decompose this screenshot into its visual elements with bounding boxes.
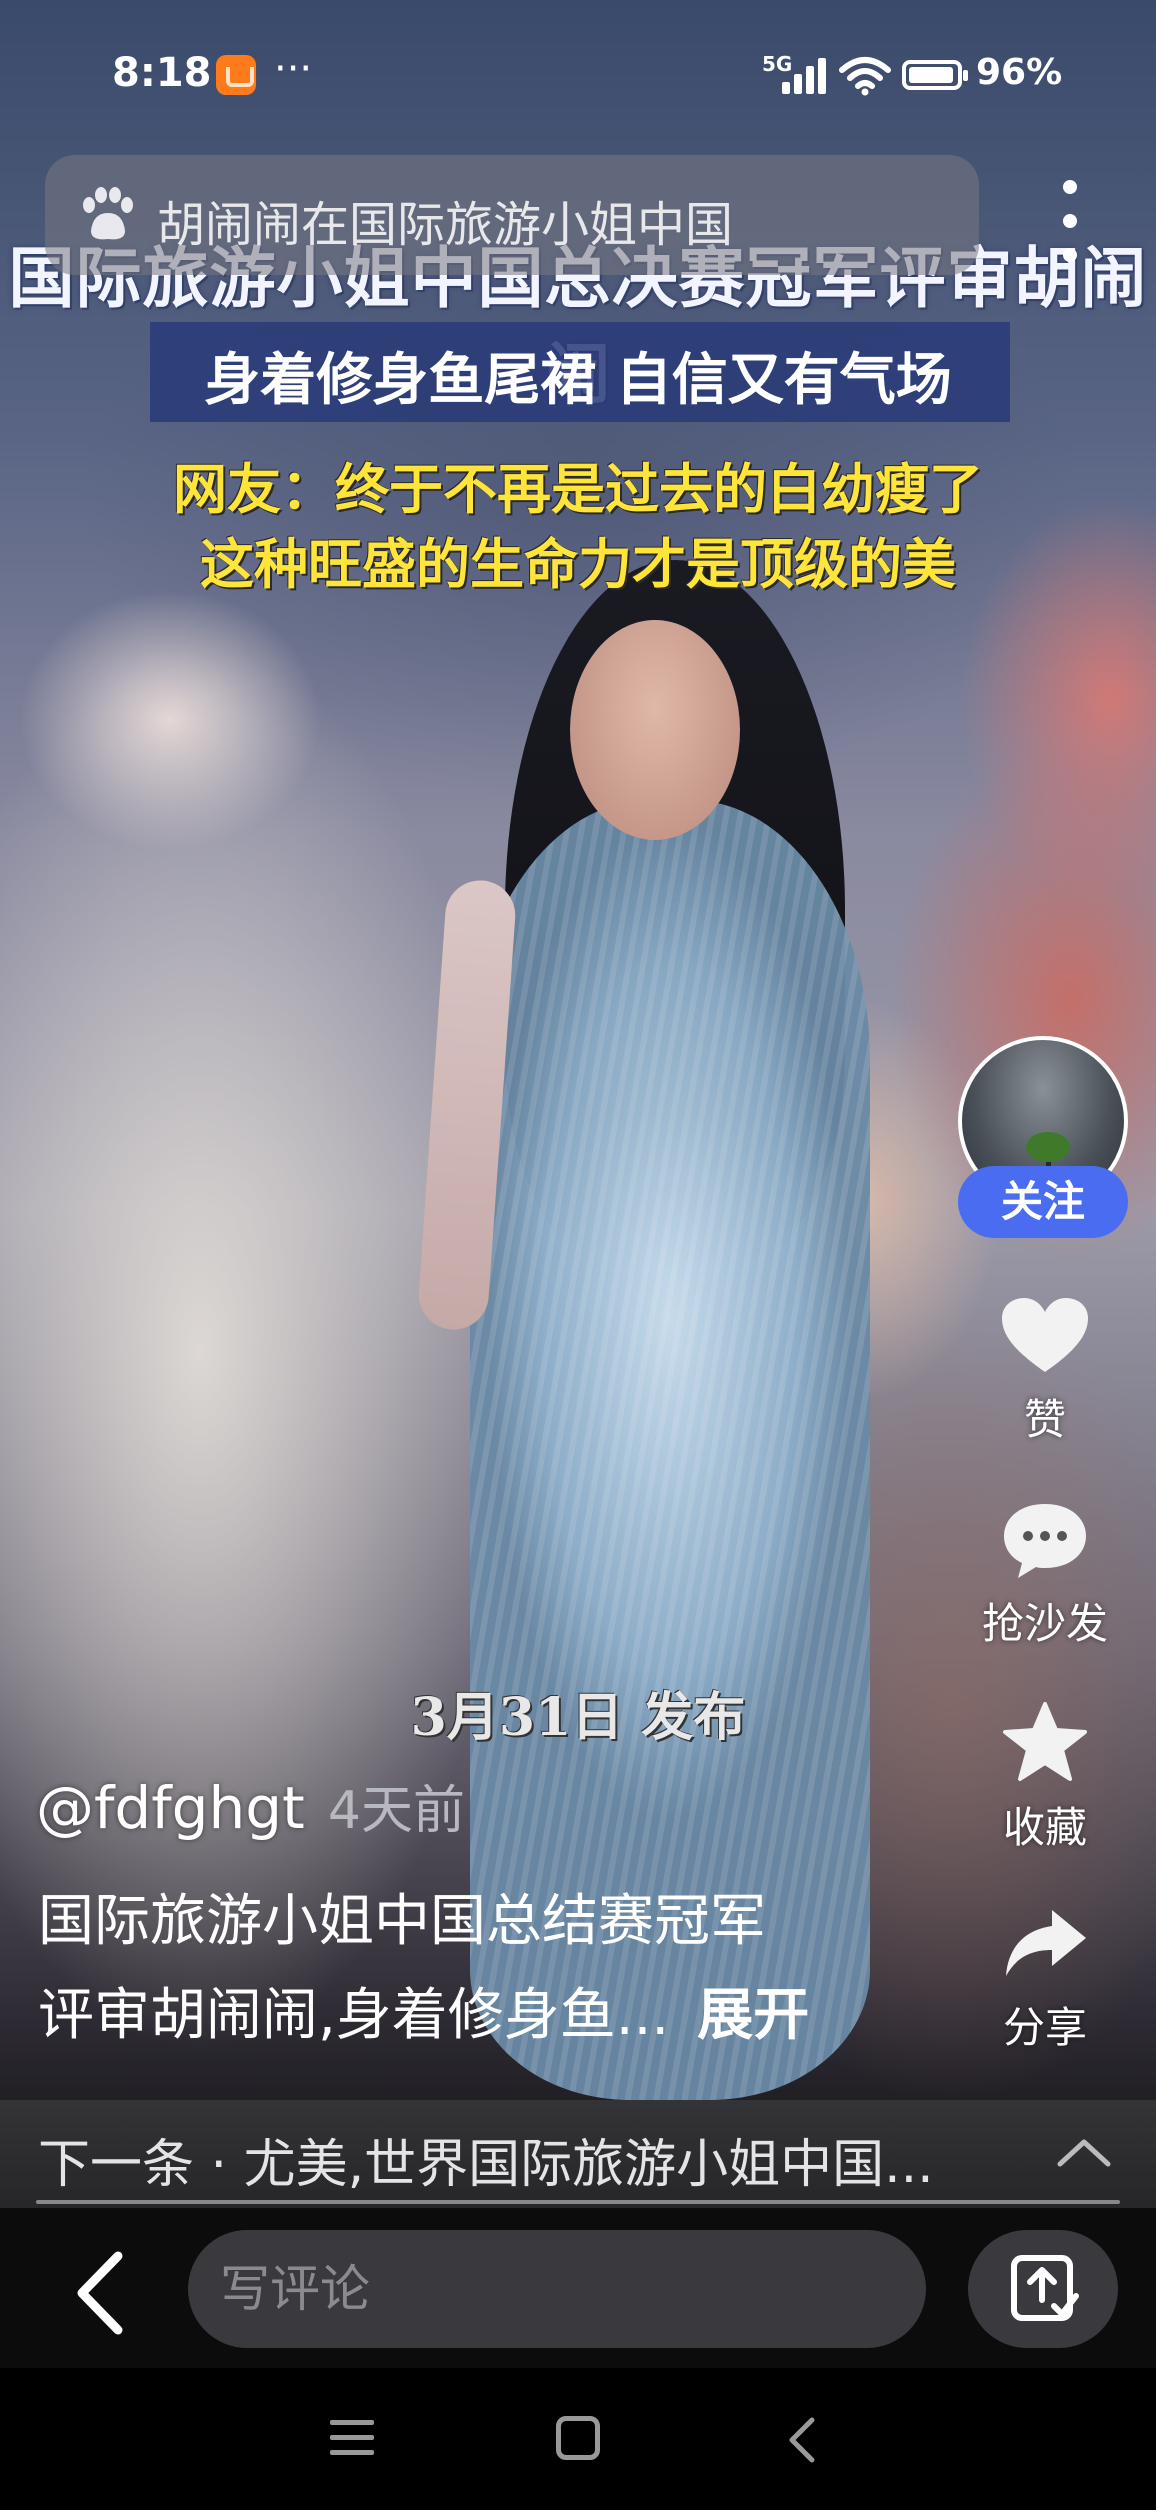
star-icon xyxy=(1003,1702,1087,1781)
comment-bubble-icon xyxy=(1004,1504,1086,1578)
like-button[interactable]: 赞 xyxy=(960,1296,1130,1447)
search-query-text[interactable]: 胡闹闹在国际旅游小姐中国 xyxy=(157,185,733,255)
status-bar: 8:18 ··· 5G 96% xyxy=(0,0,1156,150)
author-row: @fdfghgt 4天前 xyxy=(36,1768,465,1843)
more-options-button[interactable] xyxy=(1050,172,1090,272)
favorite-label: 收藏 xyxy=(1002,1803,1087,1852)
wifi-icon xyxy=(839,57,891,96)
video-caption-subtitle: 身着修身鱼尾裙 自信又有气场 xyxy=(204,347,952,413)
avatar-tree xyxy=(1026,1132,1070,1162)
comment-input[interactable] xyxy=(188,2230,926,2348)
follow-button[interactable]: 关注 xyxy=(958,1166,1128,1238)
chevron-up-icon[interactable] xyxy=(1056,2136,1112,2168)
post-description-text: 评审胡闹闹,身着修身鱼... xyxy=(38,1983,670,2048)
battery-percent: 96% xyxy=(976,52,1063,93)
system-navigation-bar xyxy=(0,2368,1156,2510)
video-subject-face xyxy=(570,620,740,840)
video-player-screen: 国际旅游小姐中国总决赛冠军评审胡闹闹 身着修身鱼尾裙 自信又有气场 网友：终于不… xyxy=(0,0,1156,2510)
screen-share-icon xyxy=(1011,2255,1079,2321)
screen-share-button[interactable] xyxy=(968,2230,1118,2348)
video-caption-comment-2: 这种旺盛的生命力才是顶级的美 xyxy=(200,532,956,596)
expand-button[interactable]: 展开 xyxy=(697,1983,809,2048)
next-video-title: 下一条 · 尤美,世界国际旅游小姐中国... xyxy=(38,2135,934,2195)
back-arrow-icon[interactable] xyxy=(60,2248,140,2338)
recent-apps-icon[interactable] xyxy=(330,2420,374,2456)
next-video-bar[interactable]: 下一条 · 尤美,世界国际旅游小姐中国... xyxy=(0,2100,1156,2208)
comment-button[interactable]: 抢沙发 xyxy=(960,1500,1130,1651)
post-time: 4天前 xyxy=(327,1781,465,1841)
video-caption-comment-1: 网友：终于不再是过去的白幼瘦了 xyxy=(173,457,983,521)
progress-divider xyxy=(36,2200,1120,2204)
comment-bar xyxy=(0,2208,1156,2368)
shopping-bag-icon xyxy=(216,55,256,95)
author-name[interactable]: @fdfghgt xyxy=(36,1774,305,1842)
comment-label: 抢沙发 xyxy=(981,1599,1108,1648)
baidu-paw-icon xyxy=(83,187,133,240)
favorite-button[interactable]: 收藏 xyxy=(960,1700,1130,1855)
like-label: 赞 xyxy=(1023,1395,1066,1444)
home-icon[interactable] xyxy=(556,2416,600,2460)
post-description-line-2: 评审胡闹闹,身着修身鱼... 展开 xyxy=(38,1970,809,2051)
status-more-dots: ··· xyxy=(274,46,313,92)
share-button[interactable]: 分享 xyxy=(960,1904,1130,2055)
system-back-icon[interactable] xyxy=(782,2416,822,2464)
post-description-line-1: 国际旅游小姐中国总结赛冠军 xyxy=(38,1889,766,1954)
share-label: 分享 xyxy=(1002,2003,1087,2052)
heart-icon xyxy=(1002,1298,1088,1372)
battery-icon xyxy=(902,60,968,90)
status-time: 8:18 xyxy=(112,50,212,96)
search-bar[interactable]: 胡闹闹在国际旅游小姐中国 xyxy=(45,155,979,275)
signal-icon xyxy=(782,58,826,94)
share-arrow-icon xyxy=(1006,1910,1086,1976)
